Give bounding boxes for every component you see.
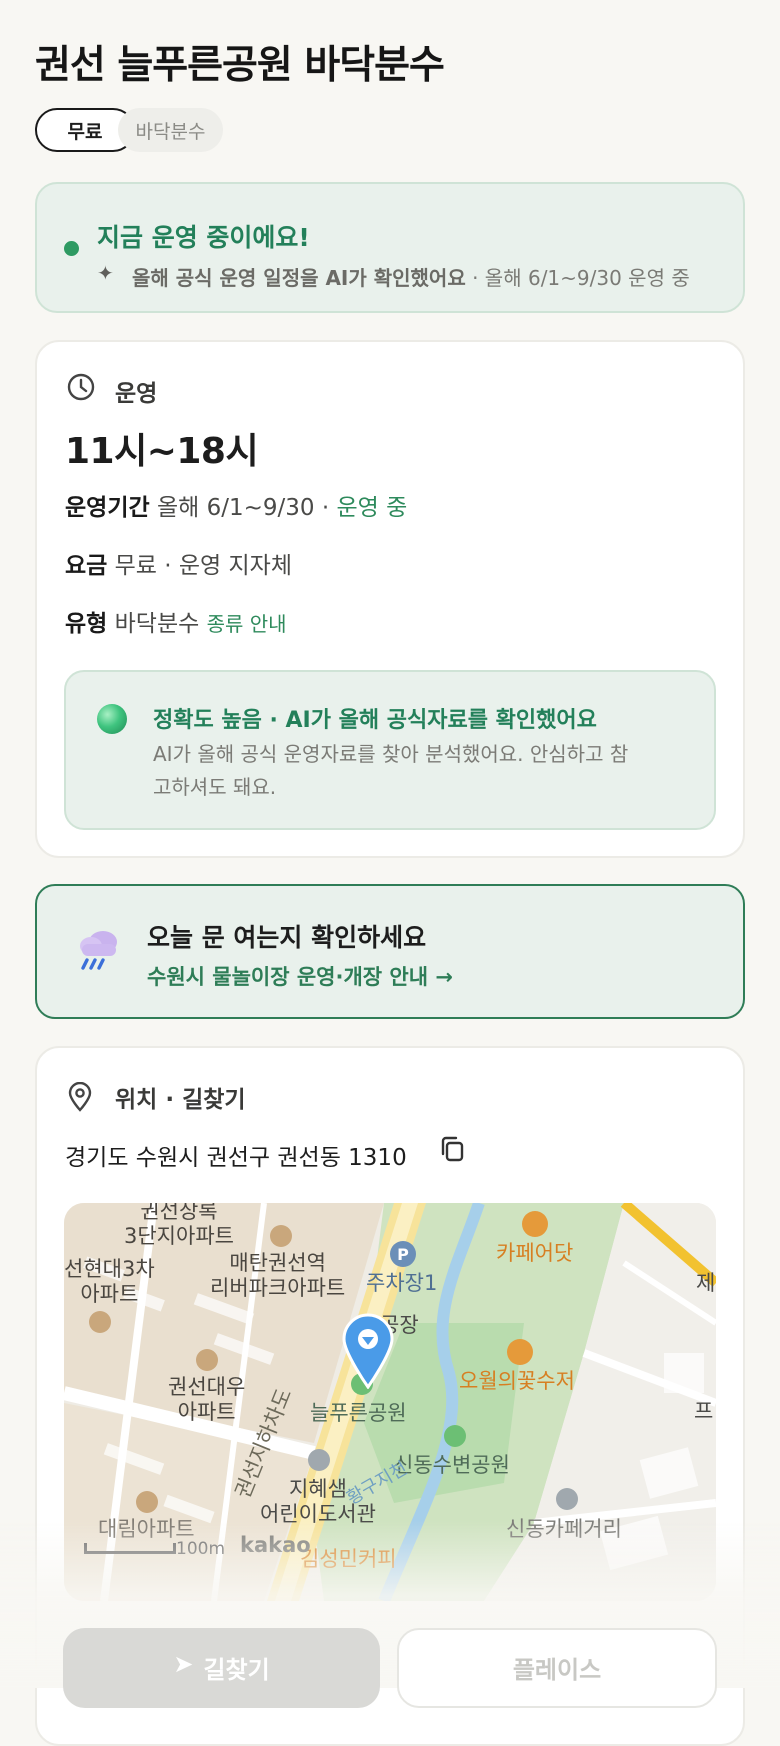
flag-icon [556, 1488, 578, 1510]
page-title: 권선 늘푸른공원 바닥분수 [35, 43, 445, 88]
directions-button[interactable]: ➤ 길찾기 [63, 1628, 380, 1708]
map-label-apartment: 매탄권선역 리버파크아파트 [210, 1251, 346, 1300]
parking-icon: P [390, 1241, 416, 1267]
restaurant-icon [507, 1339, 533, 1365]
map-label-restaurant: 오월의꽃수저 [459, 1369, 575, 1393]
directions-label: 길찾기 [203, 1656, 270, 1684]
place-label: 플레이스 [512, 1656, 602, 1684]
operating-status-card: 지금 운영 중이에요! ✦ 올해 공식 운영 일정을 AI가 확인했어요 · 올… [35, 182, 745, 313]
map-brand-label: kakao [240, 1533, 311, 1557]
apartment-icon [136, 1491, 158, 1513]
fee-row: 요금 무료 · 운영 지자체 [65, 546, 292, 580]
period-status: 운영 중 [336, 495, 408, 521]
map-label-partial: 김성민커피 [300, 1547, 397, 1571]
status-note: 올해 공식 운영 일정을 AI가 확인했어요 · 올해 6/1~9/30 운영 … [132, 262, 690, 291]
clock-icon [67, 373, 95, 401]
type-chip: 바닥분수 [118, 108, 223, 152]
fee-value: 무료 · 운영 지자체 [107, 553, 293, 579]
map-label-cafe: 카페어닷 [496, 1241, 574, 1265]
copy-icon[interactable] [437, 1134, 467, 1164]
cafe-icon [522, 1211, 548, 1237]
accuracy-box: 정확도 높음 · AI가 올해 공식자료를 확인했어요 AI가 올해 공식 운영… [64, 670, 716, 830]
location-pin-icon [68, 1082, 92, 1112]
open-check-title: 오늘 문 여는지 확인하세요 [147, 923, 427, 952]
type-guide-link[interactable]: 종류 안내 [207, 612, 287, 636]
operation-info-card: 운영 11시~18시 운영기간 올해 6/1~9/30 · 운영 중 요금 무료… [35, 340, 745, 858]
tree-icon [444, 1425, 466, 1447]
apartment-icon [89, 1311, 111, 1333]
status-title: 지금 운영 중이에요! [97, 223, 310, 252]
status-note-rest: · 올해 6/1~9/30 운영 중 [465, 266, 690, 290]
send-icon: ➤ [173, 1650, 194, 1678]
map-scale-label: 100m [176, 1539, 226, 1559]
address-text: 경기도 수원시 권선구 권선동 1310 [65, 1145, 407, 1171]
map-label-park: 신동수변공원 [394, 1453, 510, 1477]
map-label-apartment: 권선대우 아파트 [168, 1375, 246, 1424]
library-icon [308, 1449, 330, 1471]
rain-cloud-icon [80, 931, 117, 970]
accuracy-orb-icon [97, 704, 127, 734]
operation-section-label: 운영 [115, 381, 158, 407]
open-check-link[interactable]: 수원시 물놀이장 운영·개장 안내 → [147, 961, 453, 991]
map-label-apartment: 선현대3차 아파트 [64, 1257, 155, 1306]
period-key: 운영기간 [65, 495, 150, 521]
period-value: 올해 6/1~9/30 · [149, 495, 337, 521]
sparkle-icon: ✦ [97, 261, 114, 285]
map-label-edge: 제 [696, 1271, 716, 1295]
apartment-icon [196, 1349, 218, 1371]
place-button[interactable]: 플레이스 [397, 1628, 717, 1708]
location-section-label: 위치 · 길찾기 [115, 1087, 246, 1113]
map-label-edge: 프 [694, 1399, 714, 1423]
type-row: 유형 바닥분수 종류 안내 [65, 604, 287, 638]
map-scale-bar [84, 1543, 176, 1554]
map-label-apartment: 권선상록 3단지아파트 [124, 1203, 234, 1248]
map-label-park: 늘푸른공원 [310, 1401, 407, 1425]
status-dot [64, 241, 79, 256]
accuracy-title: 정확도 높음 · AI가 올해 공식자료를 확인했어요 [153, 708, 597, 733]
map-label-parking: 주차장1 [366, 1271, 438, 1295]
open-check-card[interactable]: 오늘 문 여는지 확인하세요 수원시 물놀이장 운영·개장 안내 → [35, 884, 745, 1019]
status-note-bold: 올해 공식 운영 일정을 AI가 확인했어요 [132, 266, 466, 290]
map-view[interactable]: P 권선상록 3단지아파트 선현대3차 아파트 매탄권선역 리버파크아파트 권선… [64, 1203, 716, 1601]
map-marker-icon [342, 1313, 394, 1389]
operating-hours: 11시~18시 [65, 431, 259, 472]
fee-key: 요금 [65, 553, 108, 579]
period-row: 운영기간 올해 6/1~9/30 · 운영 중 [65, 488, 407, 522]
map-label-street: 신동카페거리 [506, 1517, 622, 1541]
type-key: 유형 [65, 611, 108, 637]
type-value: 바닥분수 [107, 611, 207, 637]
apartment-icon [270, 1225, 292, 1247]
accuracy-body: AI가 올해 공식 운영자료를 찾아 분석했어요. 안심하고 참고하셔도 돼요. [153, 742, 629, 799]
